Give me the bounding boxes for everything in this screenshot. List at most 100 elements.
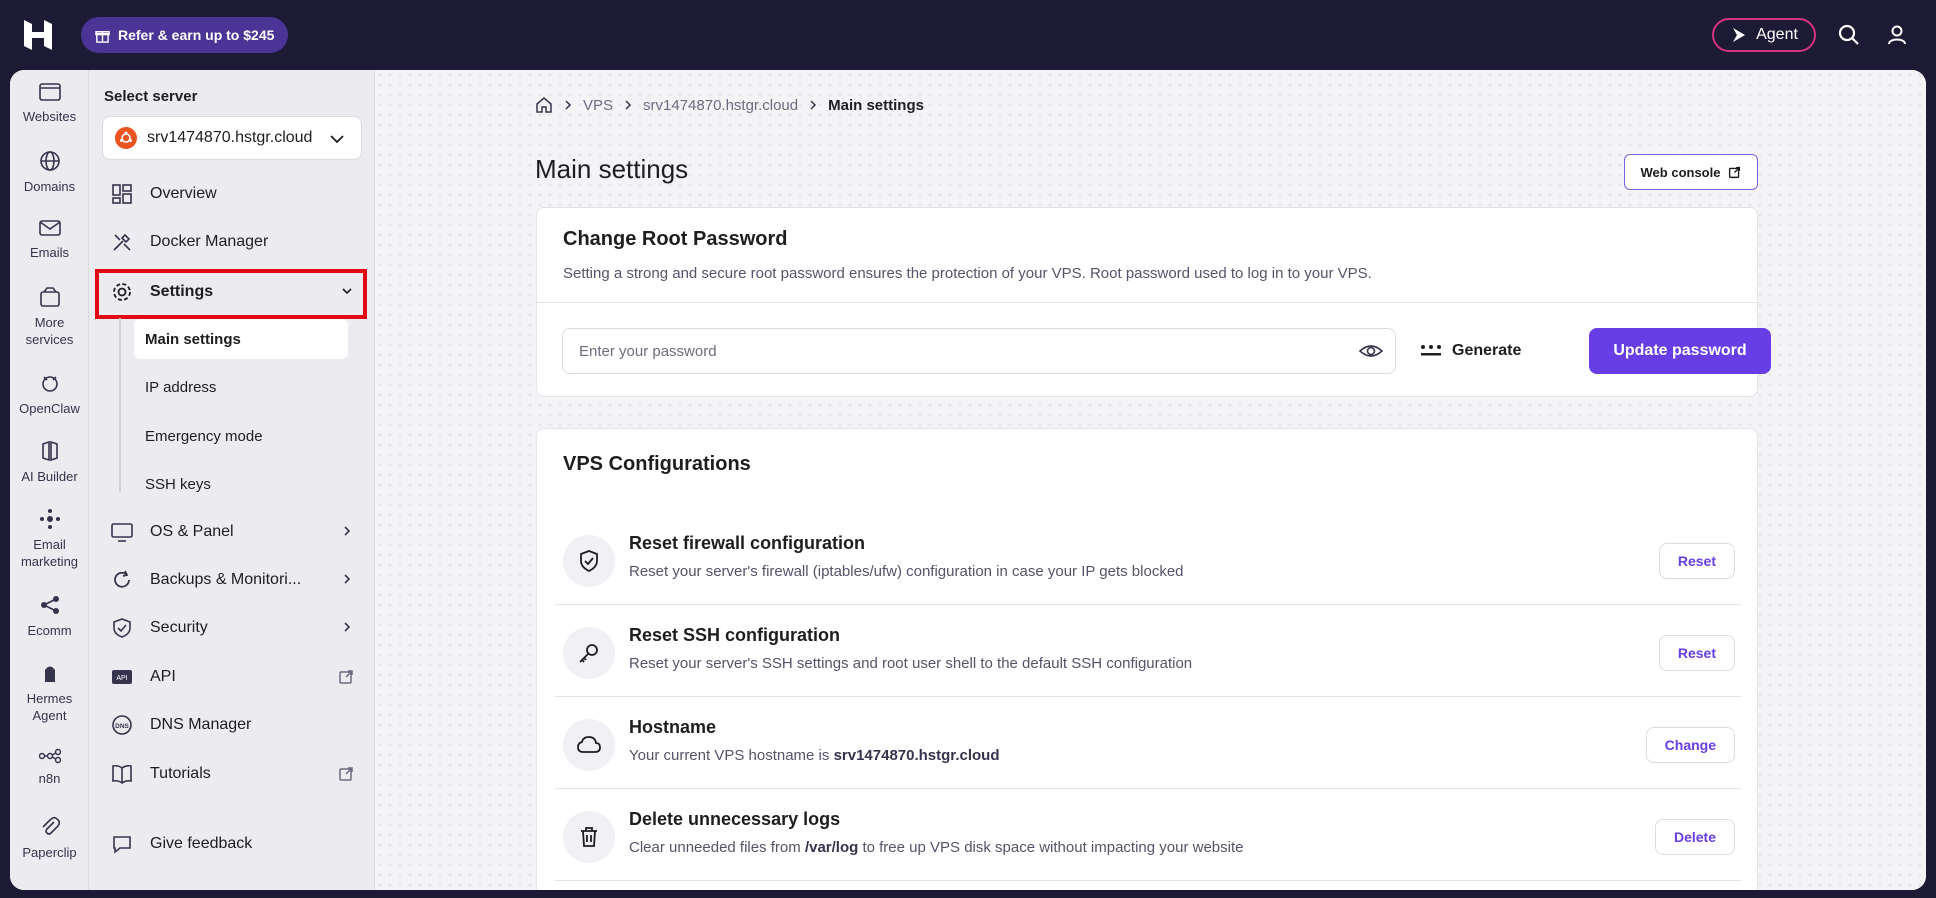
sparkle-icon <box>1733 28 1746 42</box>
card-description: Setting a strong and secure root passwor… <box>563 265 1372 282</box>
eye-icon[interactable] <box>1359 341 1383 361</box>
hostinger-logo[interactable] <box>22 18 54 52</box>
rail-item-more-services[interactable]: More services <box>10 286 89 348</box>
rail-item-hermes-agent[interactable]: Hermes Agent <box>10 662 89 724</box>
breadcrumb: VPS srv1474870.hstgr.cloud Main settings <box>535 96 924 114</box>
ai-builder-icon <box>41 440 58 462</box>
rail-item-openclaw[interactable]: OpenClaw <box>10 372 89 417</box>
external-link-icon <box>339 767 353 781</box>
chevron-right-icon <box>344 574 351 584</box>
refer-label: Refer & earn up to $245 <box>118 27 275 43</box>
config-row-logs: Delete unnecessary logs Clear unneeded f… <box>555 789 1741 881</box>
mail-icon <box>38 220 61 236</box>
home-icon[interactable] <box>535 96 553 114</box>
config-row-hostname: Hostname Your current VPS hostname is sr… <box>555 697 1741 789</box>
config-row-ssh: Reset SSH configuration Reset your serve… <box>555 605 1741 697</box>
generate-button[interactable]: Generate <box>1420 328 1521 374</box>
nav-tutorials[interactable]: Tutorials <box>98 752 368 796</box>
delete-logs-button[interactable]: Delete <box>1654 819 1735 855</box>
external-link-icon <box>1729 166 1741 178</box>
nav-dns-manager[interactable]: DNS DNS Manager <box>98 703 368 747</box>
row-title: Delete unnecessary logs <box>629 809 841 829</box>
icon-rail: Websites Domains Emails More services Op… <box>10 70 89 890</box>
refresh-icon <box>114 570 130 588</box>
settings-highlight <box>95 269 367 319</box>
rail-item-domains[interactable]: Domains <box>10 150 89 195</box>
globe-icon <box>39 151 60 171</box>
row-description: Your current VPS hostname is srv1474870.… <box>629 747 1000 764</box>
reset-ssh-button[interactable]: Reset <box>1658 635 1735 671</box>
email-marketing-icon <box>39 509 60 529</box>
rail-item-email-marketing[interactable]: Email marketing <box>10 508 89 570</box>
svg-text:API: API <box>116 675 127 682</box>
main-content: VPS srv1474870.hstgr.cloud Main settings… <box>375 70 1926 890</box>
subnav-ip-address[interactable]: IP address <box>134 367 348 407</box>
search-icon[interactable] <box>1836 22 1862 48</box>
server-select[interactable]: srv1474870.hstgr.cloud <box>102 116 362 160</box>
subnav-ssh-keys[interactable]: SSH keys <box>134 464 348 504</box>
agent-label: Agent <box>1756 26 1798 43</box>
server-sidebar: Select server srv1474870.hstgr.cloud Ove… <box>89 70 375 890</box>
trash-icon <box>563 811 615 863</box>
user-icon[interactable] <box>1884 22 1910 48</box>
row-title: Reset SSH configuration <box>629 625 841 645</box>
box-icon <box>39 287 60 307</box>
row-description: Clear unneeded files from /var/log to fr… <box>629 839 1244 856</box>
web-console-button[interactable]: Web console <box>1624 154 1758 190</box>
api-icon: API <box>112 670 132 684</box>
config-row-firewall: Reset firewall configuration Reset your … <box>555 513 1741 605</box>
rail-item-emails[interactable]: Emails <box>10 218 89 261</box>
password-input[interactable]: Enter your password <box>562 328 1396 374</box>
vps-configurations-card: VPS Configurations Reset firewall config… <box>536 428 1758 890</box>
reset-firewall-button[interactable]: Reset <box>1658 543 1735 579</box>
cloud-icon <box>563 719 615 771</box>
page-title: Main settings <box>535 154 689 184</box>
breadcrumb-vps[interactable]: VPS <box>583 97 613 114</box>
row-description: Reset your server's SSH settings and roo… <box>629 655 1193 672</box>
rail-item-websites[interactable]: Websites <box>10 82 89 125</box>
chevron-right-icon <box>344 622 351 632</box>
dns-icon: DNS <box>112 715 132 735</box>
websites-icon <box>38 83 61 101</box>
monitor-icon <box>111 523 133 542</box>
breadcrumb-server[interactable]: srv1474870.hstgr.cloud <box>643 97 798 114</box>
book-icon <box>112 764 132 784</box>
nav-docker-manager[interactable]: Docker Manager <box>98 220 368 264</box>
update-password-button[interactable]: Update password <box>1589 328 1771 374</box>
change-hostname-button[interactable]: Change <box>1645 727 1735 763</box>
subnav-line <box>119 318 121 492</box>
row-title: Reset firewall configuration <box>629 533 866 553</box>
nav-backups-monitoring[interactable]: Backups & Monitori... <box>98 558 368 602</box>
subnav-emergency-mode[interactable]: Emergency mode <box>134 416 348 456</box>
chevron-right-icon <box>810 100 817 110</box>
overview-icon <box>112 184 132 204</box>
refer-earn-button[interactable]: Refer & earn up to $245 <box>81 17 289 53</box>
nav-overview[interactable]: Overview <box>98 172 368 216</box>
hermes-icon <box>44 666 55 682</box>
n8n-icon <box>38 748 61 764</box>
log-path: /var/log <box>804 839 859 856</box>
subnav-main-settings[interactable]: Main settings <box>134 319 348 359</box>
app-frame: Websites Domains Emails More services Op… <box>10 70 1926 890</box>
chevron-right-icon <box>344 526 351 536</box>
row-description: Reset your server's firewall (iptables/u… <box>629 563 1184 580</box>
nav-api[interactable]: API API <box>98 655 368 699</box>
shield-icon <box>113 618 131 638</box>
top-bar: Refer & earn up to $245 Agent <box>0 0 1936 70</box>
paperclip-icon <box>41 816 60 835</box>
breadcrumb-current: Main settings <box>828 96 924 114</box>
chevron-right-icon <box>625 100 632 110</box>
agent-button[interactable]: Agent <box>1712 18 1816 52</box>
rail-item-n8n[interactable]: n8n <box>10 748 89 787</box>
external-link-icon <box>339 670 353 684</box>
rail-item-ai-builder[interactable]: AI Builder <box>10 440 89 485</box>
nav-security[interactable]: Security <box>98 606 368 650</box>
rail-item-ecomm[interactable]: Ecomm <box>10 594 89 639</box>
nav-give-feedback[interactable]: Give feedback <box>98 822 368 866</box>
chat-icon <box>113 836 131 854</box>
password-placeholder: Enter your password <box>579 342 717 360</box>
nav-os-panel[interactable]: OS & Panel <box>98 510 368 554</box>
ecomm-icon <box>40 596 59 614</box>
rail-item-paperclip[interactable]: Paperclip <box>10 816 89 861</box>
server-name: srv1474870.hstgr.cloud <box>147 129 313 146</box>
